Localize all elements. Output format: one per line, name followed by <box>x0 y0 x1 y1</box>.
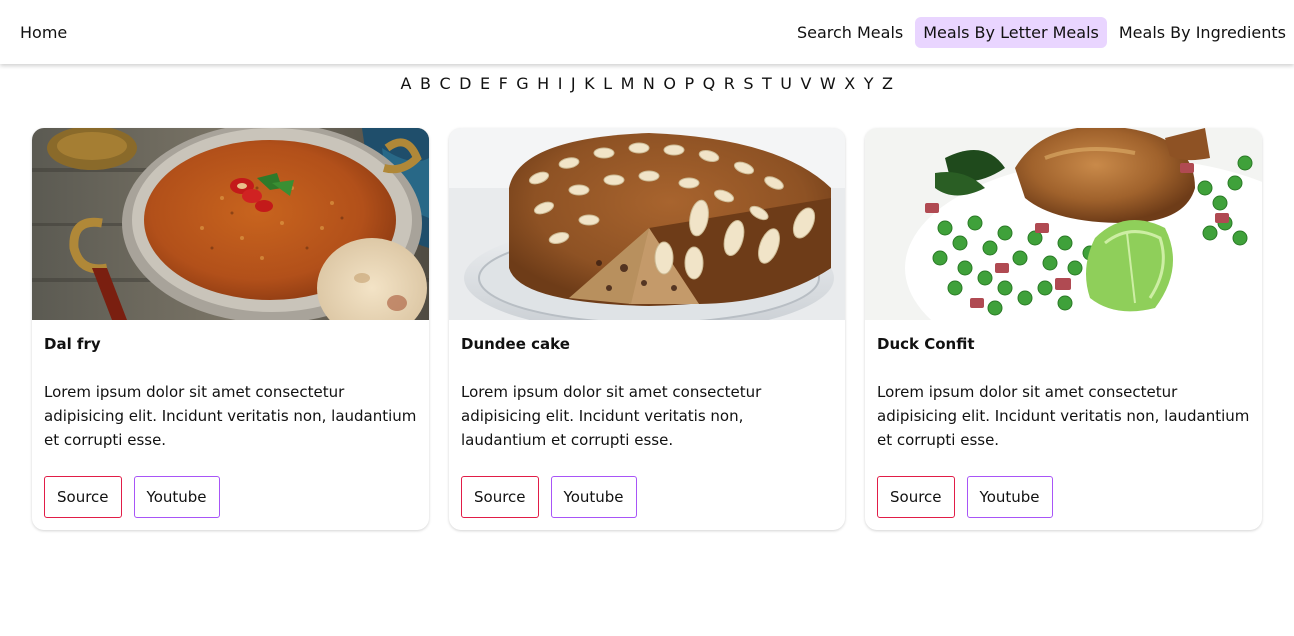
letter-link-m[interactable]: M <box>617 72 639 95</box>
nav-meals-by-ingredients-link[interactable]: Meals By Ingredients <box>1111 17 1294 48</box>
letter-link-x[interactable]: X <box>840 72 859 95</box>
source-button[interactable]: Source <box>44 476 122 518</box>
meal-description: Lorem ipsum dolor sit amet consectetur a… <box>44 383 417 449</box>
letter-link-s[interactable]: S <box>739 72 758 95</box>
youtube-button[interactable]: Youtube <box>133 476 220 518</box>
letter-link-b[interactable]: B <box>416 72 435 95</box>
letter-link-k[interactable]: K <box>580 72 599 95</box>
meal-card-actions: Source Youtube <box>461 476 833 518</box>
letter-link-h[interactable]: H <box>533 72 554 95</box>
meal-card-actions: Source Youtube <box>44 476 417 518</box>
nav-meals-by-letter-link[interactable]: Meals By Letter Meals <box>915 16 1107 48</box>
letter-link-g[interactable]: G <box>512 72 533 95</box>
meal-image-dundee-cake <box>449 128 845 320</box>
meal-description: Lorem ipsum dolor sit amet consectetur a… <box>877 383 1250 449</box>
letter-link-n[interactable]: N <box>639 72 659 95</box>
letter-link-l[interactable]: L <box>599 72 616 95</box>
meal-card-body: Dal fry Lorem ipsum dolor sit amet conse… <box>32 320 429 530</box>
letter-link-y[interactable]: Y <box>860 72 878 95</box>
nav-home-link[interactable]: Home <box>12 17 75 48</box>
letter-link-f[interactable]: F <box>495 72 513 95</box>
nav-right-group: Search Meals Meals By Letter Meals Meals… <box>789 16 1294 48</box>
meal-title: Dal fry <box>44 335 101 353</box>
youtube-button[interactable]: Youtube <box>550 476 637 518</box>
letter-link-c[interactable]: C <box>435 72 455 95</box>
letter-link-z[interactable]: Z <box>878 72 897 95</box>
letter-link-t[interactable]: T <box>758 72 776 95</box>
letter-link-e[interactable]: E <box>476 72 495 95</box>
letter-link-o[interactable]: O <box>659 72 680 95</box>
meal-image-duck-confit <box>865 128 1262 320</box>
meal-card: Duck Confit Lorem ipsum dolor sit amet c… <box>865 128 1262 530</box>
letter-link-i[interactable]: I <box>554 72 567 95</box>
letter-link-p[interactable]: P <box>680 72 698 95</box>
meal-title: Duck Confit <box>877 335 975 353</box>
nav-search-meals-link[interactable]: Search Meals <box>789 17 911 48</box>
source-button[interactable]: Source <box>877 476 955 518</box>
letter-link-v[interactable]: V <box>796 72 815 95</box>
letter-link-u[interactable]: U <box>776 72 796 95</box>
meal-card: Dundee cake Lorem ipsum dolor sit amet c… <box>449 128 845 530</box>
meal-card-grid: Dal fry Lorem ipsum dolor sit amet conse… <box>32 128 1262 530</box>
youtube-button[interactable]: Youtube <box>966 476 1053 518</box>
meal-title: Dundee cake <box>461 335 570 353</box>
meal-image-dal-fry <box>32 128 429 320</box>
letter-link-w[interactable]: W <box>816 72 840 95</box>
letter-link-a[interactable]: A <box>397 72 416 95</box>
letter-link-r[interactable]: R <box>720 72 740 95</box>
meal-card-body: Duck Confit Lorem ipsum dolor sit amet c… <box>865 320 1262 530</box>
meal-card-actions: Source Youtube <box>877 476 1250 518</box>
meal-description: Lorem ipsum dolor sit amet consectetur a… <box>461 383 762 449</box>
letter-filter-bar: A B C D E F G H I J K L M N O P Q R S T … <box>0 72 1294 95</box>
letter-link-q[interactable]: Q <box>699 72 720 95</box>
top-navbar: Home Search Meals Meals By Letter Meals … <box>0 0 1294 64</box>
letter-link-d[interactable]: D <box>455 72 476 95</box>
meal-card: Dal fry Lorem ipsum dolor sit amet conse… <box>32 128 429 530</box>
source-button[interactable]: Source <box>461 476 539 518</box>
letter-link-j[interactable]: J <box>567 72 580 95</box>
meal-card-body: Dundee cake Lorem ipsum dolor sit amet c… <box>449 320 845 530</box>
